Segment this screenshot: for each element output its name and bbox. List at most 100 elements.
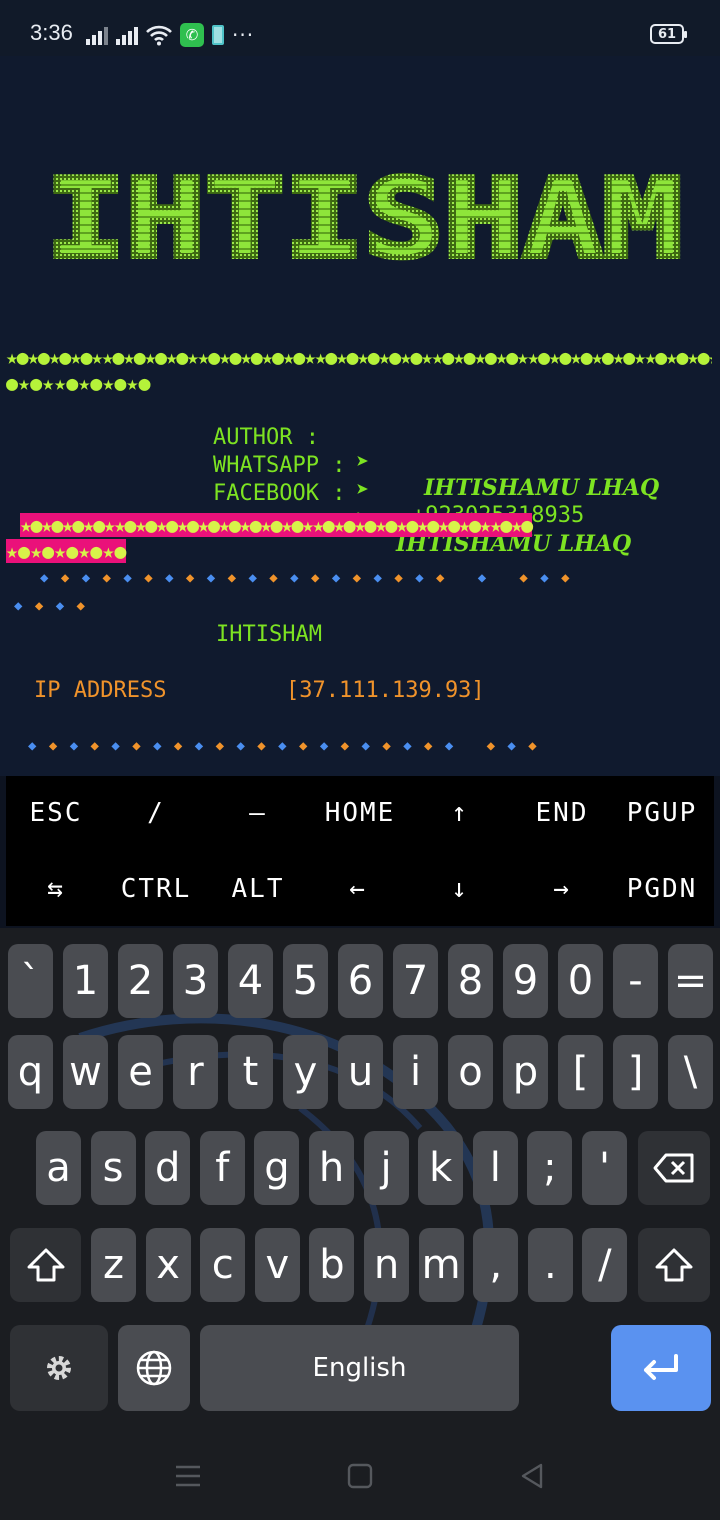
settings-key[interactable] (10, 1325, 108, 1411)
info-value: IHTISHAMU LHAQ (424, 475, 660, 501)
key-w[interactable]: w (63, 1035, 108, 1109)
gear-icon (47, 1356, 71, 1380)
pgup-key[interactable]: PGUP (612, 798, 712, 828)
diamond-row: ◆◆◆◆◆◆◆◆◆◆◆◆◆◆◆◆◆◆◆◆◆ ◆◆◆ (28, 738, 550, 754)
shift-icon (655, 1248, 693, 1282)
menu-icon[interactable] (174, 1464, 202, 1488)
key-10[interactable]: 0 (558, 944, 603, 1018)
key-g[interactable]: g (254, 1131, 300, 1205)
status-time: 3:36 (30, 20, 73, 45)
key-t[interactable]: t (228, 1035, 273, 1109)
key-m[interactable]: m (418, 1228, 464, 1302)
backspace-key[interactable] (638, 1131, 710, 1205)
key-2[interactable]: 2 (118, 944, 163, 1018)
home-icon[interactable] (346, 1462, 374, 1490)
key-k[interactable]: k (418, 1131, 464, 1205)
up-arrow-key[interactable]: ↑ (410, 798, 510, 828)
banner-text: IHTISHAM (46, 170, 682, 264)
language-key[interactable] (118, 1325, 190, 1411)
key-slash[interactable]: / (582, 1228, 628, 1302)
slash-key[interactable]: / (106, 798, 206, 828)
key-][interactable]: ] (613, 1035, 658, 1109)
key-z[interactable]: z (91, 1228, 136, 1302)
key-12[interactable]: = (668, 944, 713, 1018)
key-r[interactable]: r (173, 1035, 218, 1109)
key-s[interactable]: s (90, 1131, 136, 1205)
right-arrow-key[interactable]: → (512, 874, 612, 904)
name-label: IHTISHAM (216, 622, 322, 647)
key-x[interactable]: x (145, 1228, 191, 1302)
key-v[interactable]: v (254, 1228, 300, 1302)
dash-key[interactable]: — (208, 798, 308, 828)
key-11[interactable]: - (613, 944, 658, 1018)
alt-key[interactable]: ALT (208, 874, 308, 904)
key-c[interactable]: c (200, 1228, 246, 1302)
signal-1-icon (86, 25, 108, 45)
key-e[interactable]: e (118, 1035, 163, 1109)
key-5[interactable]: 5 (283, 944, 328, 1018)
key-u[interactable]: u (338, 1035, 383, 1109)
key-6[interactable]: 6 (338, 944, 383, 1018)
key-period[interactable]: . (527, 1228, 573, 1302)
ctrl-key[interactable]: CTRL (106, 874, 206, 904)
key-h[interactable]: h (309, 1131, 354, 1205)
arrow-icon: ➤ (356, 450, 370, 475)
key-p[interactable]: p (503, 1035, 548, 1109)
key-4[interactable]: 4 (228, 944, 273, 1018)
pgdn-key[interactable]: PGDN (612, 874, 712, 904)
key-o[interactable]: o (448, 1035, 493, 1109)
key-;[interactable]: ; (527, 1131, 573, 1205)
star-line: ★●★●★●★●★★●★●★●★●★★●★●★●★●★●★★●★●★●★●★●★… (6, 345, 712, 369)
key-i[interactable]: i (393, 1035, 438, 1109)
key-b[interactable]: b (309, 1228, 355, 1302)
key-y[interactable]: y (283, 1035, 328, 1109)
back-icon[interactable] (518, 1462, 546, 1490)
enter-key[interactable] (611, 1325, 711, 1411)
ascii-banner: IHTISHAM (44, 170, 684, 264)
key-\[interactable]: \ (668, 1035, 713, 1109)
navigation-bar (0, 1428, 720, 1520)
pink-line: ★●★●★●★●★★●★●★●★●★●★●★●★●★●★★●★●★●★●★●★●… (20, 513, 533, 537)
globe-icon (136, 1350, 172, 1386)
shift-left-key[interactable] (10, 1228, 81, 1302)
key-j[interactable]: j (363, 1131, 409, 1205)
key-1[interactable]: 1 (63, 944, 108, 1018)
terminal-output[interactable]: IHTISHAM ★●★●★●★●★★●★●★●★●★★●★●★●★●★●★★●… (0, 56, 720, 776)
key-q[interactable]: q (8, 1035, 53, 1109)
esc-key[interactable]: ESC (6, 798, 106, 828)
backspace-icon (653, 1153, 694, 1183)
storage-icon (212, 25, 224, 45)
key-n[interactable]: n (364, 1228, 409, 1302)
key-d[interactable]: d (145, 1131, 191, 1205)
battery-icon: 61 (650, 24, 687, 44)
key-f[interactable]: f (199, 1131, 245, 1205)
shift-right-key[interactable] (638, 1228, 710, 1302)
diamond-row: ◆◆◆◆◆◆◆◆◆◆◆◆◆◆◆◆◆◆◆◆ ◆ ◆◆◆ (40, 570, 582, 586)
signal-2-icon (116, 25, 138, 45)
space-key[interactable]: English (200, 1325, 519, 1411)
key-'[interactable]: ' (582, 1131, 627, 1205)
key-comma[interactable]: , (473, 1228, 519, 1302)
key-7[interactable]: 7 (393, 944, 438, 1018)
pink-line: ★●★●★●★●★● (6, 539, 127, 563)
star-divider: ★●★●★●★●★★●★●★●★●★★●★●★●★●★●★★●★●★●★●★●★… (6, 344, 712, 396)
wifi-icon (146, 25, 172, 46)
end-key[interactable]: END (512, 798, 612, 828)
home-key[interactable]: HOME (308, 798, 412, 828)
extra-keys-bar: ESC / — HOME ↑ END PGUP ⇆ CTRL ALT ← ↓ →… (6, 776, 714, 926)
key-a[interactable]: a (36, 1131, 81, 1205)
tab-key[interactable]: ⇆ (6, 874, 106, 904)
ip-label: IP ADDRESS (34, 678, 167, 703)
soft-keyboard: ` 1 2 3 4 5 6 7 8 9 0- = q w e r t y u i o p[] \ a s d f g h j k l; ' z x c… (0, 928, 720, 1428)
key-3[interactable]: 3 (173, 944, 218, 1018)
key-[[interactable]: [ (558, 1035, 603, 1109)
key-l[interactable]: l (472, 1131, 518, 1205)
key-8[interactable]: 8 (448, 944, 493, 1018)
left-arrow-key[interactable]: ← (308, 874, 408, 904)
diamond-row: ◆◆◆◆ (14, 598, 98, 614)
down-arrow-key[interactable]: ↓ (410, 874, 510, 904)
enter-icon (644, 1354, 678, 1380)
key-0[interactable]: ` (8, 944, 53, 1018)
status-icons: ✆ ··· (86, 22, 254, 48)
key-9[interactable]: 9 (503, 944, 548, 1018)
